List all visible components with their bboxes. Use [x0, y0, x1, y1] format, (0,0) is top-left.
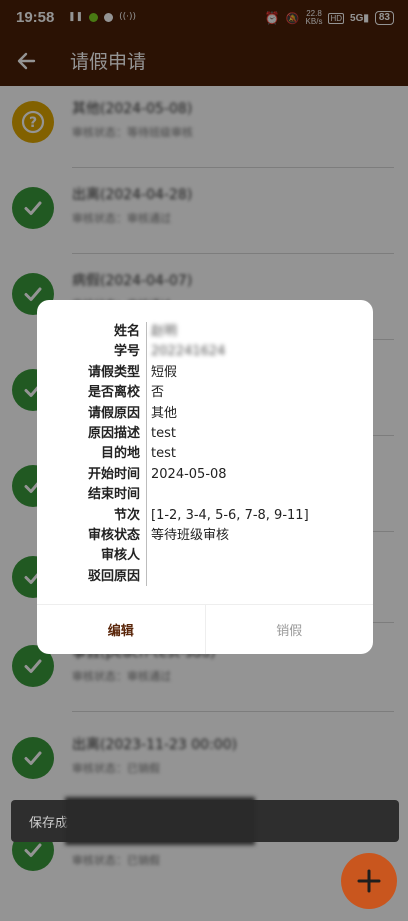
detail-row-end-time: 结束时间 [37, 485, 373, 505]
leave-detail-dialog: 姓名 赵明 学号 202241624 请假类型 短假 是否离校 否 请假原因 其… [37, 300, 373, 654]
cancel-leave-button[interactable]: 销假 [204, 605, 374, 654]
detail-value: test [151, 446, 176, 462]
detail-value: 202241624 [151, 344, 226, 360]
detail-row-review-status: 审核状态 等待班级审核 [37, 526, 373, 546]
edit-button[interactable]: 编辑 [37, 605, 205, 654]
detail-row-name: 姓名 赵明 [37, 322, 373, 342]
detail-row-reviewer: 审核人 [37, 546, 373, 566]
detail-row-leave-school: 是否离校 否 [37, 383, 373, 403]
detail-row-periods: 节次 [1-2, 3-4, 5-6, 7-8, 9-11] [37, 506, 373, 526]
detail-label: 审核人 [100, 548, 140, 564]
detail-value: [1-2, 3-4, 5-6, 7-8, 9-11] [151, 507, 309, 523]
detail-table: 姓名 赵明 学号 202241624 请假类型 短假 是否离校 否 请假原因 其… [37, 322, 373, 587]
detail-row-start-time: 开始时间 2024-05-08 [37, 465, 373, 485]
detail-label: 驳回原因 [87, 568, 140, 584]
detail-value: test [151, 425, 176, 441]
detail-value: 2024-05-08 [151, 466, 227, 482]
detail-label: 请假原因 [87, 405, 140, 421]
detail-label: 结束时间 [87, 487, 140, 503]
detail-label: 审核状态 [87, 527, 140, 543]
snackbar: 保存成功 [11, 797, 399, 845]
detail-value: 赵明 [151, 324, 178, 339]
detail-value: 否 [151, 385, 165, 401]
detail-row-rejection-reason: 驳回原因 [37, 567, 373, 587]
detail-label: 学号 [113, 344, 140, 360]
detail-label: 原因描述 [87, 425, 140, 441]
snackbar-blur-overlay [65, 797, 255, 845]
plus-icon [357, 869, 381, 893]
detail-label: 请假类型 [87, 364, 140, 380]
detail-value: 其他 [151, 405, 178, 421]
detail-value: 等待班级审核 [151, 527, 230, 543]
detail-label: 目的地 [100, 446, 140, 462]
detail-row-student-id: 学号 202241624 [37, 342, 373, 362]
detail-label: 开始时间 [87, 466, 140, 482]
detail-row-reason: 请假原因 其他 [37, 404, 373, 424]
add-request-fab[interactable] [341, 853, 397, 909]
detail-label: 是否离校 [87, 385, 140, 401]
detail-label: 姓名 [113, 324, 140, 339]
detail-row-reason-description: 原因描述 test [37, 424, 373, 444]
detail-label: 节次 [113, 507, 140, 523]
dialog-actions: 编辑 销假 [37, 604, 373, 654]
detail-value: 短假 [151, 364, 178, 380]
detail-row-destination: 目的地 test [37, 444, 373, 464]
detail-row-leave-type: 请假类型 短假 [37, 363, 373, 383]
